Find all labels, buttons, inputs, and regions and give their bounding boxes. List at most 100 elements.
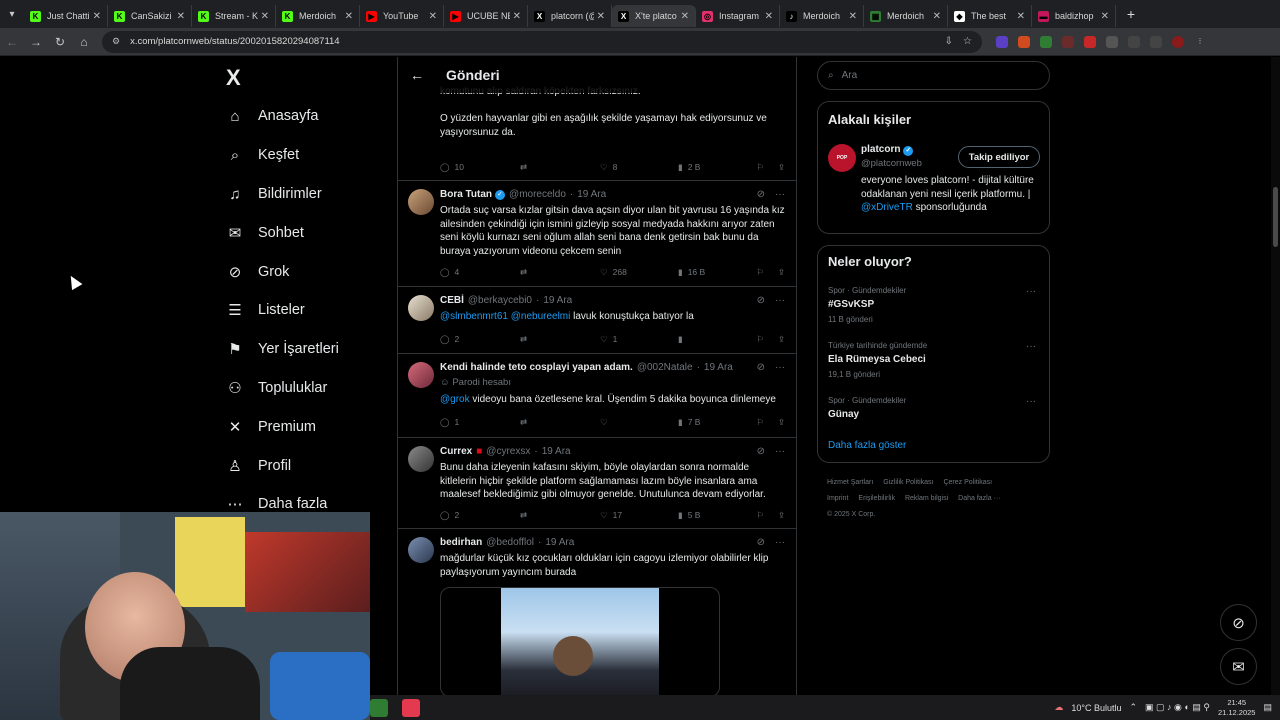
- profile-avatar[interactable]: [1172, 35, 1184, 48]
- tweet-date[interactable]: 19 Ara: [545, 537, 574, 548]
- views-button[interactable]: ▮ 7 B: [678, 417, 748, 428]
- author-handle[interactable]: @berkaycebi0: [468, 295, 532, 306]
- author-handle[interactable]: @cyrexsx: [486, 446, 530, 457]
- views-button[interactable]: ▮ 16 B: [678, 267, 748, 278]
- grok-icon[interactable]: ⊘: [757, 362, 765, 373]
- like-button[interactable]: ♡: [600, 417, 678, 428]
- like-button[interactable]: ♡ 1: [600, 334, 678, 345]
- close-icon[interactable]: ✕: [261, 11, 269, 22]
- site-info-icon[interactable]: ⚙: [112, 36, 120, 47]
- scrollbar-thumb[interactable]: [1273, 187, 1278, 247]
- footer-link[interactable]: Çerez Politikası: [943, 479, 992, 486]
- share-icon[interactable]: ⇪: [778, 334, 785, 345]
- kebab-menu-icon[interactable]: ⋮: [1194, 36, 1206, 48]
- tweet-date[interactable]: 19 Ara: [704, 362, 733, 373]
- close-icon[interactable]: ✕: [681, 11, 689, 22]
- weather-text[interactable]: 10°C Bulutlu: [1071, 703, 1121, 713]
- avatar[interactable]: [408, 189, 434, 215]
- reply-button[interactable]: ◯ 2: [440, 510, 520, 521]
- more-options-icon[interactable]: ···: [1026, 341, 1036, 352]
- avatar[interactable]: POP: [828, 144, 856, 172]
- messages-fab-button[interactable]: ✉: [1220, 648, 1257, 685]
- mention-link[interactable]: @grok: [440, 394, 470, 405]
- browser-tab[interactable]: ◆ The best ✕: [948, 5, 1032, 27]
- repost-button[interactable]: ⇄: [520, 162, 600, 173]
- grok-icon[interactable]: ⊘: [757, 446, 765, 457]
- more-options-icon[interactable]: ···: [775, 295, 785, 306]
- browser-tab[interactable]: ▶ UCUBE NE ✕: [444, 5, 528, 27]
- more-options-icon[interactable]: ···: [1026, 396, 1036, 407]
- address-bar[interactable]: ⚙ x.com/platcornweb/status/2002015820294…: [102, 30, 982, 53]
- close-icon[interactable]: ✕: [429, 11, 437, 22]
- more-options-icon[interactable]: ···: [775, 362, 785, 373]
- author-name[interactable]: Currex: [440, 446, 472, 457]
- extension-icon[interactable]: [1062, 35, 1074, 48]
- share-icon[interactable]: ⇪: [778, 267, 785, 278]
- close-icon[interactable]: ✕: [933, 11, 941, 22]
- show-more-link[interactable]: Daha fazla göster: [828, 440, 906, 451]
- avatar[interactable]: [408, 295, 434, 321]
- tray-icons[interactable]: ▣ ▢ ♪ ◉ ◐ ▤ ⚲: [1145, 702, 1210, 713]
- browser-tab[interactable]: ◎ Instagram ✕: [696, 5, 780, 27]
- mention-link[interactable]: @xDriveTR: [861, 202, 913, 213]
- more-options-icon[interactable]: ···: [775, 537, 785, 548]
- reply-button[interactable]: ◯ 4: [440, 267, 520, 278]
- tweet-date[interactable]: 19 Ara: [543, 295, 572, 306]
- back-arrow-icon[interactable]: ←: [410, 67, 430, 83]
- repost-button[interactable]: ⇄: [520, 510, 600, 521]
- views-button[interactable]: ▮ 2 B: [678, 162, 748, 173]
- clock[interactable]: 21:45 21.12.2025: [1218, 698, 1256, 718]
- tab-search-icon[interactable]: ▾: [0, 0, 24, 28]
- bookmark-icon[interactable]: ⚐: [756, 510, 764, 521]
- author-handle[interactable]: @002Natale: [637, 362, 693, 373]
- x-logo-icon[interactable]: X: [226, 65, 241, 91]
- following-button[interactable]: Takip ediliyor: [958, 146, 1040, 168]
- nav-item-5[interactable]: ☰ Listeler: [226, 295, 304, 325]
- tweet-reply[interactable]: CEBİ @berkaycebi0 · 19 Ara ⊘ ··· @slmben…: [398, 287, 796, 352]
- nav-item-1[interactable]: ⌕ Keşfet: [226, 140, 299, 170]
- mention-link[interactable]: @slmbenmrt61 @nebureelmi: [440, 311, 570, 322]
- more-options-icon[interactable]: ···: [775, 446, 785, 457]
- nav-item-8[interactable]: ✕ Premium: [226, 412, 316, 442]
- browser-tab[interactable]: K Stream - K ✕: [192, 5, 276, 27]
- author-name[interactable]: Kendi halinde teto cosplayi yapan adam.: [440, 362, 633, 373]
- grok-icon[interactable]: ⊘: [757, 295, 765, 306]
- nav-item-3[interactable]: ✉ Sohbet: [226, 218, 304, 248]
- browser-tab[interactable]: ▶ YouTube ✕: [360, 5, 444, 27]
- browser-tab[interactable]: ▬ baldizhop ✕: [1032, 5, 1116, 27]
- nav-item-9[interactable]: ♙ Profil: [226, 451, 291, 481]
- close-icon[interactable]: ✕: [849, 11, 857, 22]
- browser-tab[interactable]: K Merdoich ✕: [276, 5, 360, 27]
- repost-button[interactable]: ⇄: [520, 267, 600, 278]
- close-icon[interactable]: ✕: [1017, 11, 1025, 22]
- bookmark-icon[interactable]: ⚐: [756, 162, 764, 173]
- person-name[interactable]: platcorn ✓: [861, 144, 914, 156]
- home-button-icon[interactable]: ⌂: [72, 30, 96, 54]
- share-icon[interactable]: ⇪: [778, 510, 785, 521]
- sidebar-icon[interactable]: [1150, 35, 1162, 48]
- like-button[interactable]: ♡ 17: [600, 510, 678, 521]
- reply-button[interactable]: ◯ 2: [440, 334, 520, 345]
- nav-item-6[interactable]: ⚑ Yer İşaretleri: [226, 334, 339, 364]
- like-button[interactable]: ♡ 268: [600, 267, 678, 278]
- adblock-icon[interactable]: [1084, 35, 1096, 48]
- page-scrollbar[interactable]: [1271, 57, 1280, 720]
- more-options-icon[interactable]: ···: [775, 189, 785, 200]
- reply-button[interactable]: ◯ 1: [440, 417, 520, 428]
- nav-item-7[interactable]: ⚇ Topluluklar: [226, 373, 327, 403]
- footer-link[interactable]: Imprint: [827, 495, 848, 502]
- avatar[interactable]: [408, 362, 434, 388]
- reply-button[interactable]: ◯ 10: [440, 162, 520, 173]
- views-button[interactable]: ▮: [678, 334, 748, 345]
- nav-item-4[interactable]: ⊘ Grok: [226, 257, 290, 287]
- bookmark-star-icon[interactable]: ☆: [963, 36, 972, 47]
- close-icon[interactable]: ✕: [93, 11, 101, 22]
- chevron-up-icon[interactable]: ⌃: [1129, 702, 1137, 713]
- extension-icon[interactable]: [1106, 35, 1118, 48]
- footer-link[interactable]: Daha fazla ···: [958, 495, 1000, 502]
- close-icon[interactable]: ✕: [177, 11, 185, 22]
- browser-tab[interactable]: X X'te platco ✕: [612, 5, 696, 27]
- tweet-date[interactable]: 19 Ara: [542, 446, 571, 457]
- footer-link[interactable]: Erişilebilirlik: [858, 495, 895, 502]
- shield-extension-icon[interactable]: [1040, 35, 1052, 48]
